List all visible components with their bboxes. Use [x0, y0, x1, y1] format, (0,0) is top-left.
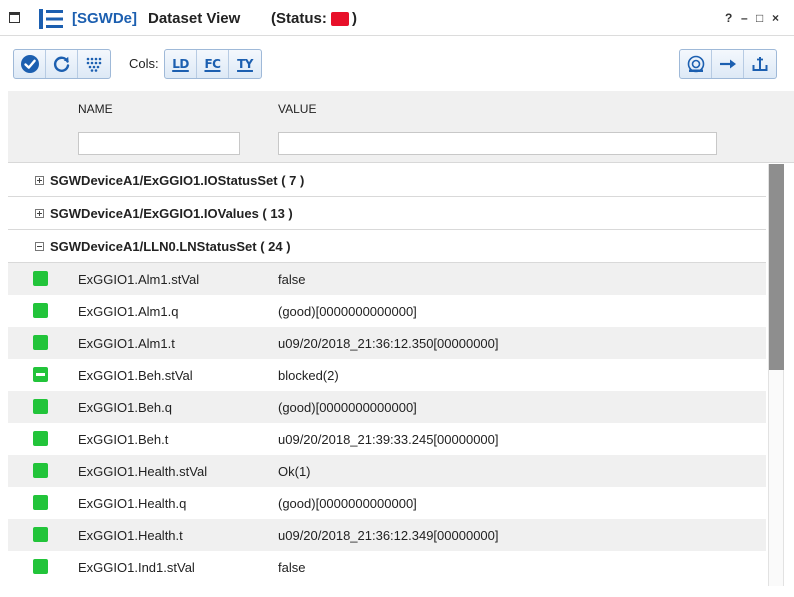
title-bar: [SGWDe] Dataset View (Status: ) ? – □ ×	[0, 0, 794, 36]
status-good-icon	[33, 399, 48, 414]
scrollbar-thumb[interactable]	[769, 164, 784, 370]
group-label: SGWDeviceA1/LLN0.LNStatusSet ( 24 )	[50, 239, 291, 254]
row-value: u09/20/2018_21:39:33.245[00000000]	[278, 432, 499, 447]
row-name: ExGGIO1.Ind1.stVal	[78, 560, 195, 575]
row-name: ExGGIO1.Alm1.t	[78, 336, 175, 351]
row-value: Ok(1)	[278, 464, 311, 479]
row-value: (good)[0000000000000]	[278, 304, 417, 319]
table-row[interactable]: ExGGIO1.Beh.q (good)[0000000000000]	[8, 391, 766, 423]
col-fc-button[interactable]: FC	[197, 50, 229, 78]
row-name: ExGGIO1.Health.stVal	[78, 464, 208, 479]
row-value: false	[278, 560, 306, 575]
table-row[interactable]: ExGGIO1.Alm1.stVal false	[8, 263, 766, 295]
status-good-icon	[33, 463, 48, 478]
status-indicator	[331, 12, 349, 26]
goto-button[interactable]	[712, 50, 744, 78]
minimize-button[interactable]: –	[741, 12, 748, 24]
group-label: SGWDeviceA1/ExGGIO1.IOStatusSet ( 7 )	[50, 173, 305, 188]
column-header: NAME VALUE	[8, 91, 794, 163]
table-row[interactable]: ExGGIO1.Ind1.stVal false	[8, 551, 766, 583]
row-name: ExGGIO1.Alm1.q	[78, 304, 179, 319]
maximize-button[interactable]: □	[756, 12, 763, 24]
name-filter-input[interactable]	[78, 132, 240, 155]
table-row[interactable]: ExGGIO1.Health.stVal Ok(1)	[8, 455, 766, 487]
status-blocked-icon	[33, 367, 48, 382]
check-circle-icon	[20, 55, 39, 73]
action-button-group	[13, 49, 111, 79]
row-name: ExGGIO1.Beh.q	[78, 400, 172, 415]
group-row-lnstatusset[interactable]: SGWDeviceA1/LLN0.LNStatusSet ( 24 )	[8, 230, 766, 263]
status-good-icon	[33, 335, 48, 350]
status-good-icon	[33, 303, 48, 318]
expand-icon[interactable]	[35, 176, 44, 185]
status-label-close: )	[352, 10, 357, 27]
anchor-icon	[752, 57, 768, 71]
table-row[interactable]: ExGGIO1.Health.t u09/20/2018_21:36:12.34…	[8, 519, 766, 551]
row-value: u09/20/2018_21:36:12.350[00000000]	[278, 336, 499, 351]
row-value: false	[278, 272, 306, 287]
group-row-iovalues[interactable]: SGWDeviceA1/ExGGIO1.IOValues ( 13 )	[8, 197, 766, 230]
list-view-icon	[39, 9, 63, 29]
status-label: (Status:	[271, 10, 327, 27]
row-name: ExGGIO1.Health.q	[78, 496, 187, 511]
row-value: (good)[0000000000000]	[278, 400, 417, 415]
table-row[interactable]: ExGGIO1.Beh.stVal blocked(2)	[8, 359, 766, 391]
col-ld-label: LD	[172, 57, 189, 71]
window-menu-icon[interactable]	[9, 12, 20, 23]
status-good-icon	[33, 527, 48, 542]
name-column-header[interactable]: NAME	[78, 102, 113, 116]
export-button-group	[679, 49, 777, 79]
anchor-button[interactable]	[744, 50, 776, 78]
value-filter-input[interactable]	[278, 132, 717, 155]
row-name: ExGGIO1.Beh.stVal	[78, 368, 193, 383]
row-value: blocked(2)	[278, 368, 339, 383]
table-row[interactable]: ExGGIO1.Alm1.t u09/20/2018_21:36:12.350[…	[8, 327, 766, 359]
camera-icon	[687, 55, 704, 73]
toolbar: Cols: LD FC TY	[0, 37, 794, 91]
col-ld-button[interactable]: LD	[165, 50, 197, 78]
grid-options-button[interactable]	[78, 50, 110, 78]
arrow-right-icon	[719, 59, 736, 69]
row-name: ExGGIO1.Alm1.stVal	[78, 272, 200, 287]
table-row[interactable]: ExGGIO1.Alm1.q (good)[0000000000000]	[8, 295, 766, 327]
refresh-button[interactable]	[46, 50, 78, 78]
dataset-grid: SGWDeviceA1/ExGGIO1.IOStatusSet ( 7 ) SG…	[8, 164, 766, 597]
close-button[interactable]: ×	[772, 12, 779, 24]
col-ty-button[interactable]: TY	[229, 50, 261, 78]
group-label: SGWDeviceA1/ExGGIO1.IOValues ( 13 )	[50, 206, 293, 221]
table-row[interactable]: ExGGIO1.Health.q (good)[0000000000000]	[8, 487, 766, 519]
group-row-iostatusset[interactable]: SGWDeviceA1/ExGGIO1.IOStatusSet ( 7 )	[8, 164, 766, 197]
help-button[interactable]: ?	[725, 12, 732, 24]
col-ty-label: TY	[237, 57, 253, 71]
row-value: u09/20/2018_21:36:12.349[00000000]	[278, 528, 499, 543]
apply-button[interactable]	[14, 50, 46, 78]
status-good-icon	[33, 271, 48, 286]
expand-icon[interactable]	[35, 209, 44, 218]
status-good-icon	[33, 431, 48, 446]
col-fc-label: FC	[204, 57, 221, 71]
cols-label: Cols:	[129, 56, 159, 71]
row-name: ExGGIO1.Health.t	[78, 528, 183, 543]
row-value: (good)[0000000000000]	[278, 496, 417, 511]
collapse-icon[interactable]	[35, 242, 44, 251]
refresh-icon	[53, 56, 69, 72]
status-good-icon	[33, 559, 48, 574]
row-name: ExGGIO1.Beh.t	[78, 432, 169, 447]
table-row[interactable]: ExGGIO1.Beh.t u09/20/2018_21:39:33.245[0…	[8, 423, 766, 455]
vertical-scrollbar[interactable]	[768, 164, 784, 586]
column-toggle-group: LD FC TY	[164, 49, 262, 79]
snapshot-button[interactable]	[680, 50, 712, 78]
app-tag: [SGWDe]	[72, 10, 137, 27]
dots-grid-icon	[86, 57, 102, 72]
status-good-icon	[33, 495, 48, 510]
page-title: Dataset View	[148, 10, 241, 27]
value-column-header[interactable]: VALUE	[278, 102, 316, 116]
